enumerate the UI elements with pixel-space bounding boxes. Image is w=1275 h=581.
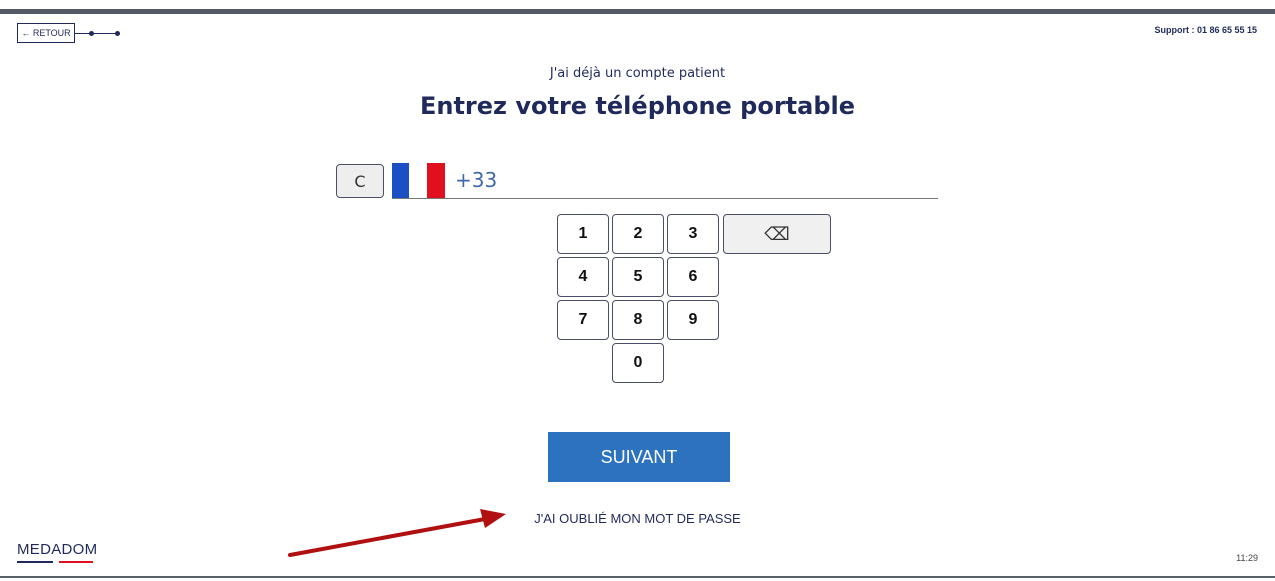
backspace-key[interactable]: ⌫ <box>723 214 831 254</box>
page-title: Entrez votre téléphone portable <box>419 92 856 120</box>
stepper-line <box>75 33 120 34</box>
key-8[interactable]: 8 <box>612 300 664 340</box>
bottom-bar <box>0 576 1275 578</box>
key-0[interactable]: 0 <box>612 343 664 383</box>
key-7[interactable]: 7 <box>557 300 609 340</box>
logo-underline-red <box>59 561 93 563</box>
reset-icon: C <box>354 171 366 191</box>
key-2[interactable]: 2 <box>612 214 664 254</box>
top-bar <box>0 9 1275 14</box>
reset-button[interactable]: C <box>336 164 384 198</box>
page-subtitle: J'ai déjà un compte patient <box>549 66 726 81</box>
key-6[interactable]: 6 <box>667 257 719 297</box>
clock: 11:29 <box>1236 553 1258 563</box>
logo-underline-blue <box>17 561 53 563</box>
france-flag-icon <box>392 163 445 199</box>
backspace-icon: ⌫ <box>764 223 790 244</box>
key-5[interactable]: 5 <box>612 257 664 297</box>
phone-input-underline <box>392 198 938 199</box>
back-button[interactable]: ← RETOUR <box>17 23 75 43</box>
phone-input[interactable] <box>455 165 935 195</box>
forgot-password-link[interactable]: J'AI OUBLIÉ MON MOT DE PASSE <box>0 511 1275 526</box>
next-button[interactable]: SUIVANT <box>548 432 730 482</box>
key-4[interactable]: 4 <box>557 257 609 297</box>
support-phone: Support : 01 86 65 55 15 <box>1154 25 1257 35</box>
stepper-dot-current <box>89 31 94 36</box>
key-3[interactable]: 3 <box>667 214 719 254</box>
progress-stepper <box>75 31 120 36</box>
medadom-logo: MEDADOM <box>17 541 98 558</box>
key-9[interactable]: 9 <box>667 300 719 340</box>
stepper-dot-next <box>115 31 120 36</box>
key-1[interactable]: 1 <box>557 214 609 254</box>
